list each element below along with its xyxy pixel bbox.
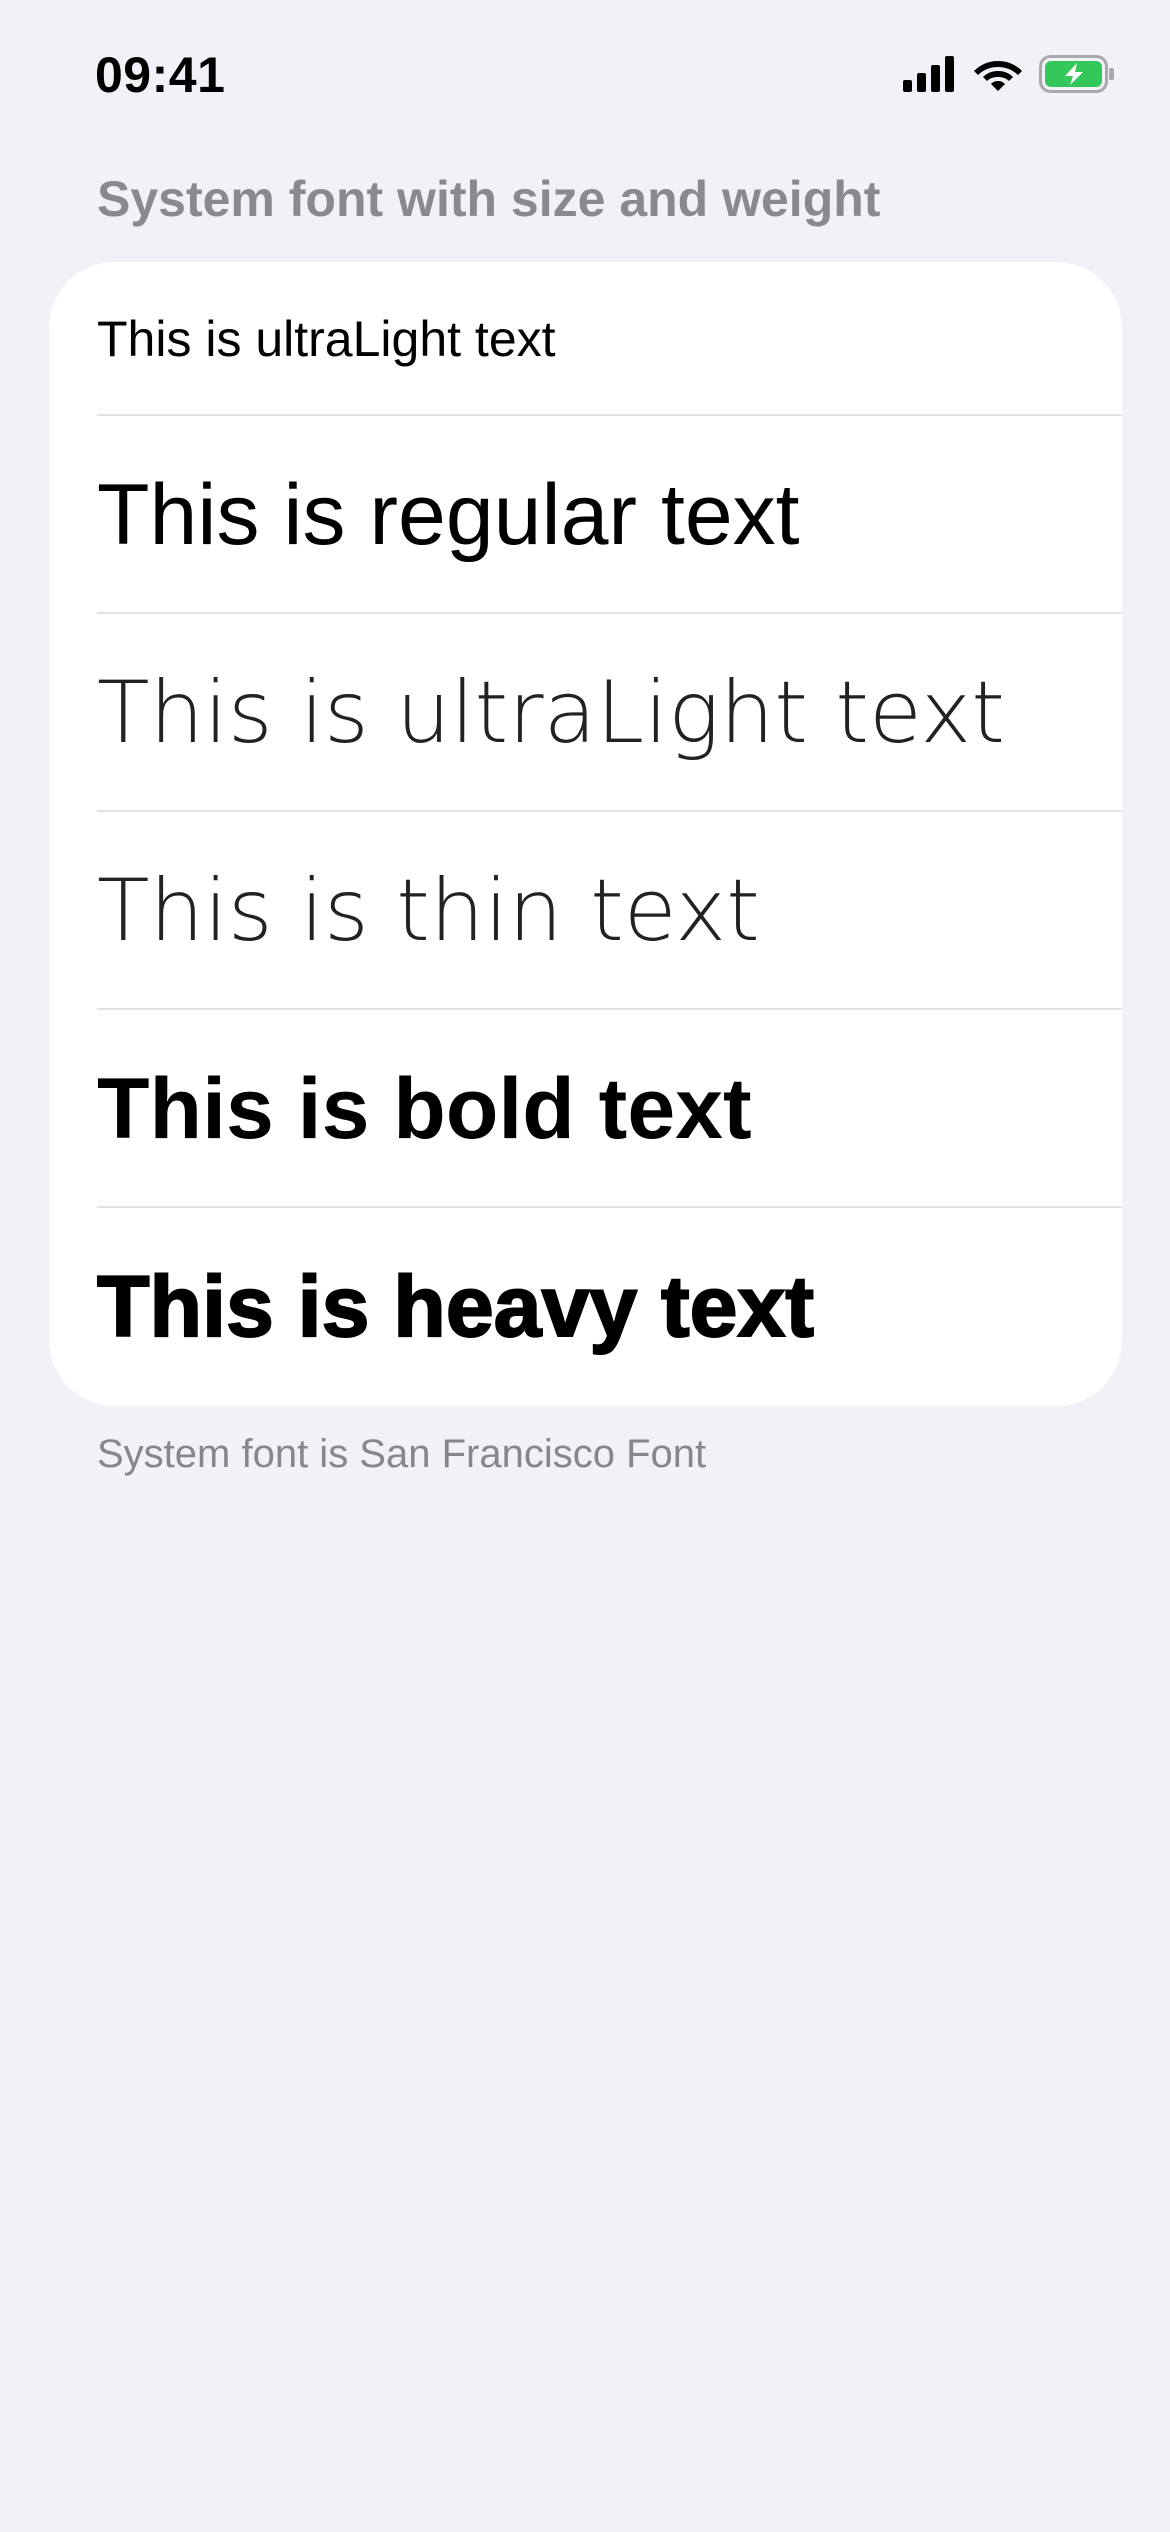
- battery-charging-icon: [1039, 55, 1115, 93]
- section-header: System font with size and weight: [97, 171, 881, 227]
- list-item-bold: This is bold text: [97, 1060, 752, 1157]
- status-bar: 09:41: [0, 0, 1170, 150]
- font-list-card: This is ultraLight text This is regular …: [49, 262, 1122, 1406]
- list-item-ultralight-small: This is ultraLight text: [97, 311, 556, 367]
- status-time: 09:41: [95, 47, 226, 103]
- wifi-icon: [973, 55, 1023, 93]
- list-item-ultralight: This is ultraLight text: [97, 663, 1005, 763]
- cellular-signal-icon: [903, 56, 957, 92]
- list-item-regular: This is regular text: [97, 466, 800, 563]
- section-footer: System font is San Francisco Font: [97, 1432, 707, 1476]
- status-icons: [903, 52, 1115, 96]
- list-item-thin: This is thin text: [97, 861, 760, 961]
- list-item-heavy: This is heavy text: [96, 1258, 815, 1356]
